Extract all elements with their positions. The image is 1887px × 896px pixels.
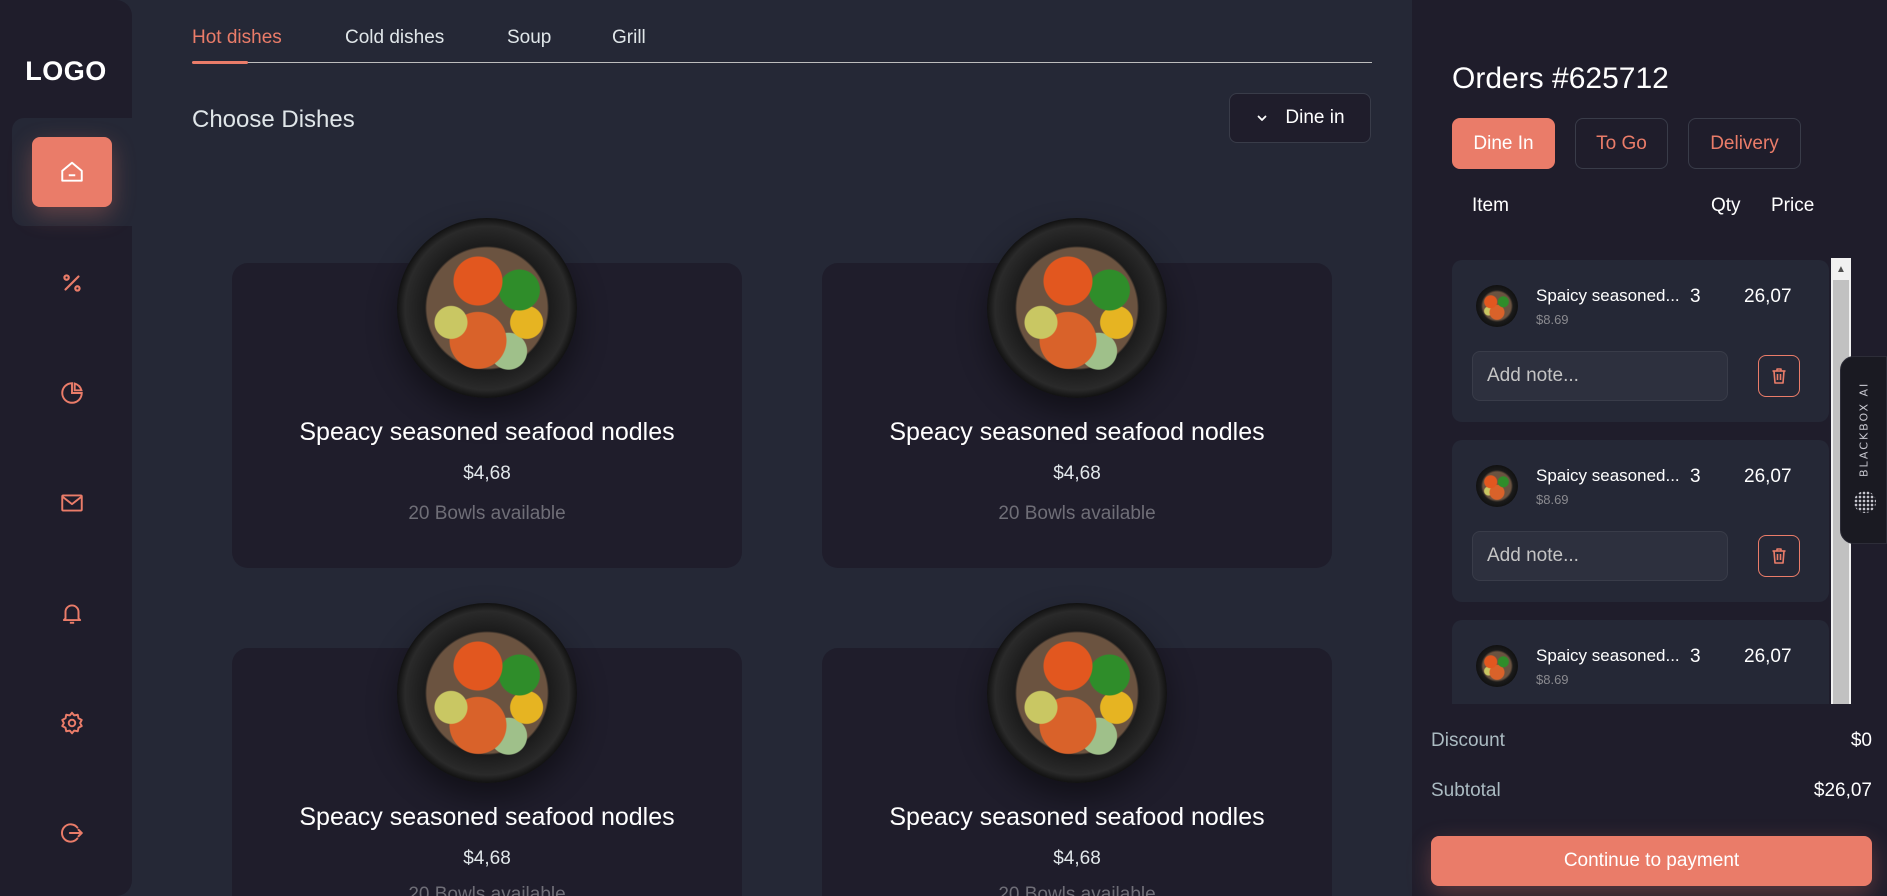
bell-icon xyxy=(62,604,82,624)
blackbox-ai-widget[interactable]: BLACKBOX AI xyxy=(1840,356,1887,544)
order-item-qty[interactable]: 3 xyxy=(1690,466,1701,488)
order-item-unit-price: $8.69 xyxy=(1536,312,1569,327)
category-tabs: Hot dishes Cold dishes Soup Grill xyxy=(192,0,1372,64)
dish-name: Speacy seasoned seafood nodles xyxy=(889,803,1265,831)
column-header-qty: Qty xyxy=(1711,195,1741,216)
order-items-list[interactable]: Spaicy seasoned... $8.69 3 26,07 Spaicy … xyxy=(1452,258,1837,704)
dine-option-value: Dine in xyxy=(1285,107,1345,128)
mode-to-go-button[interactable]: To Go xyxy=(1575,118,1668,169)
home-icon xyxy=(61,161,83,182)
order-item-total: 26,07 xyxy=(1744,466,1792,487)
dish-availability: 20 Bowls available xyxy=(408,503,566,524)
blackbox-logo-icon xyxy=(1854,491,1876,513)
dish-name: Speacy seasoned seafood nodles xyxy=(299,803,675,831)
order-item-thumbnail xyxy=(1476,285,1518,327)
order-item-thumbnail xyxy=(1476,465,1518,507)
dish-price: $4,68 xyxy=(463,463,511,484)
trash-icon xyxy=(1772,548,1786,564)
dish-price: $4,68 xyxy=(1053,848,1101,869)
dish-image xyxy=(397,218,577,398)
subtotal-label: Subtotal xyxy=(1431,780,1501,801)
dish-card[interactable]: Speacy seasoned seafood nodles $4,68 20 … xyxy=(822,218,1332,568)
order-item-qty[interactable]: 3 xyxy=(1690,286,1701,308)
order-item-name: Spaicy seasoned... xyxy=(1536,286,1680,305)
dish-price: $4,68 xyxy=(1053,463,1101,484)
order-item-qty[interactable]: 3 xyxy=(1690,646,1701,668)
mail-icon xyxy=(61,494,83,512)
dashboard-pie-icon xyxy=(61,382,83,404)
discount-label: Discount xyxy=(1431,730,1505,751)
trash-icon xyxy=(1772,368,1786,384)
active-tab-underline xyxy=(192,61,248,64)
settings-gear-icon xyxy=(61,711,83,735)
order-item-unit-price: $8.69 xyxy=(1536,672,1569,687)
sidebar: LOGO xyxy=(0,0,132,896)
logout-icon xyxy=(61,823,83,843)
dish-name: Speacy seasoned seafood nodles xyxy=(889,418,1265,446)
dish-price: $4,68 xyxy=(463,848,511,869)
column-header-item: Item xyxy=(1472,195,1509,216)
logo: LOGO xyxy=(25,56,107,86)
column-header-price: Price xyxy=(1771,195,1815,216)
nav-notifications[interactable] xyxy=(32,578,112,648)
dine-option-dropdown[interactable]: Dine in xyxy=(1229,93,1371,143)
delete-item-button[interactable] xyxy=(1758,535,1800,577)
nav-discount[interactable] xyxy=(32,248,112,318)
subtotal-row: Subtotal $26,07 xyxy=(1431,780,1872,802)
order-item-unit-price: $8.69 xyxy=(1536,492,1569,507)
chevron-down-icon xyxy=(1258,115,1267,121)
order-item-total: 26,07 xyxy=(1744,286,1792,307)
order-item-total: 26,07 xyxy=(1744,646,1792,667)
dish-image xyxy=(397,603,577,783)
order-item: Spaicy seasoned... $8.69 3 26,07 xyxy=(1452,440,1829,602)
section-title: Choose Dishes xyxy=(192,106,355,133)
discount-icon xyxy=(63,274,81,292)
discount-value: $0 xyxy=(1850,730,1872,751)
scroll-up-arrow-icon[interactable]: ▲ xyxy=(1831,258,1851,280)
nav-logout[interactable] xyxy=(32,798,112,868)
order-title: Orders #625712 xyxy=(1452,62,1669,95)
tab-soup[interactable]: Soup xyxy=(507,27,551,49)
blackbox-ai-label: BLACKBOX AI xyxy=(1857,381,1871,477)
discount-row: Discount $0 xyxy=(1431,730,1872,752)
subtotal-value: $26,07 xyxy=(1813,780,1872,801)
tab-grill[interactable]: Grill xyxy=(612,27,646,49)
order-item: Spaicy seasoned... $8.69 3 26,07 xyxy=(1452,620,1829,704)
continue-to-payment-button[interactable]: Continue to payment xyxy=(1431,836,1872,886)
mode-dine-in-button[interactable]: Dine In xyxy=(1452,118,1555,169)
dish-availability: 20 Bowls available xyxy=(998,884,1156,896)
dish-availability: 20 Bowls available xyxy=(408,884,566,896)
nav-dashboard[interactable] xyxy=(32,358,112,428)
order-panel: Orders #625712 Dine In To Go Delivery It… xyxy=(1412,0,1887,896)
tab-cold-dishes[interactable]: Cold dishes xyxy=(345,27,444,49)
nav-settings[interactable] xyxy=(32,688,112,758)
nav-messages[interactable] xyxy=(32,468,112,538)
dish-card[interactable]: Speacy seasoned seafood nodles $4,68 20 … xyxy=(822,603,1332,896)
order-item-thumbnail xyxy=(1476,645,1518,687)
mode-delivery-button[interactable]: Delivery xyxy=(1688,118,1801,169)
dish-card[interactable]: Speacy seasoned seafood nodles $4,68 20 … xyxy=(232,603,742,896)
dish-name: Speacy seasoned seafood nodles xyxy=(299,418,675,446)
order-item-name: Spaicy seasoned... xyxy=(1536,646,1680,665)
order-note-input[interactable] xyxy=(1472,531,1728,581)
dish-image xyxy=(987,218,1167,398)
order-note-input[interactable] xyxy=(1472,351,1728,401)
order-item: Spaicy seasoned... $8.69 3 26,07 xyxy=(1452,260,1829,422)
dish-image xyxy=(987,603,1167,783)
dish-card[interactable]: Speacy seasoned seafood nodles $4,68 20 … xyxy=(232,218,742,568)
dish-availability: 20 Bowls available xyxy=(998,503,1156,524)
nav-home[interactable] xyxy=(32,137,112,207)
delete-item-button[interactable] xyxy=(1758,355,1800,397)
tab-hot-dishes[interactable]: Hot dishes xyxy=(192,27,282,49)
order-item-name: Spaicy seasoned... xyxy=(1536,466,1680,485)
